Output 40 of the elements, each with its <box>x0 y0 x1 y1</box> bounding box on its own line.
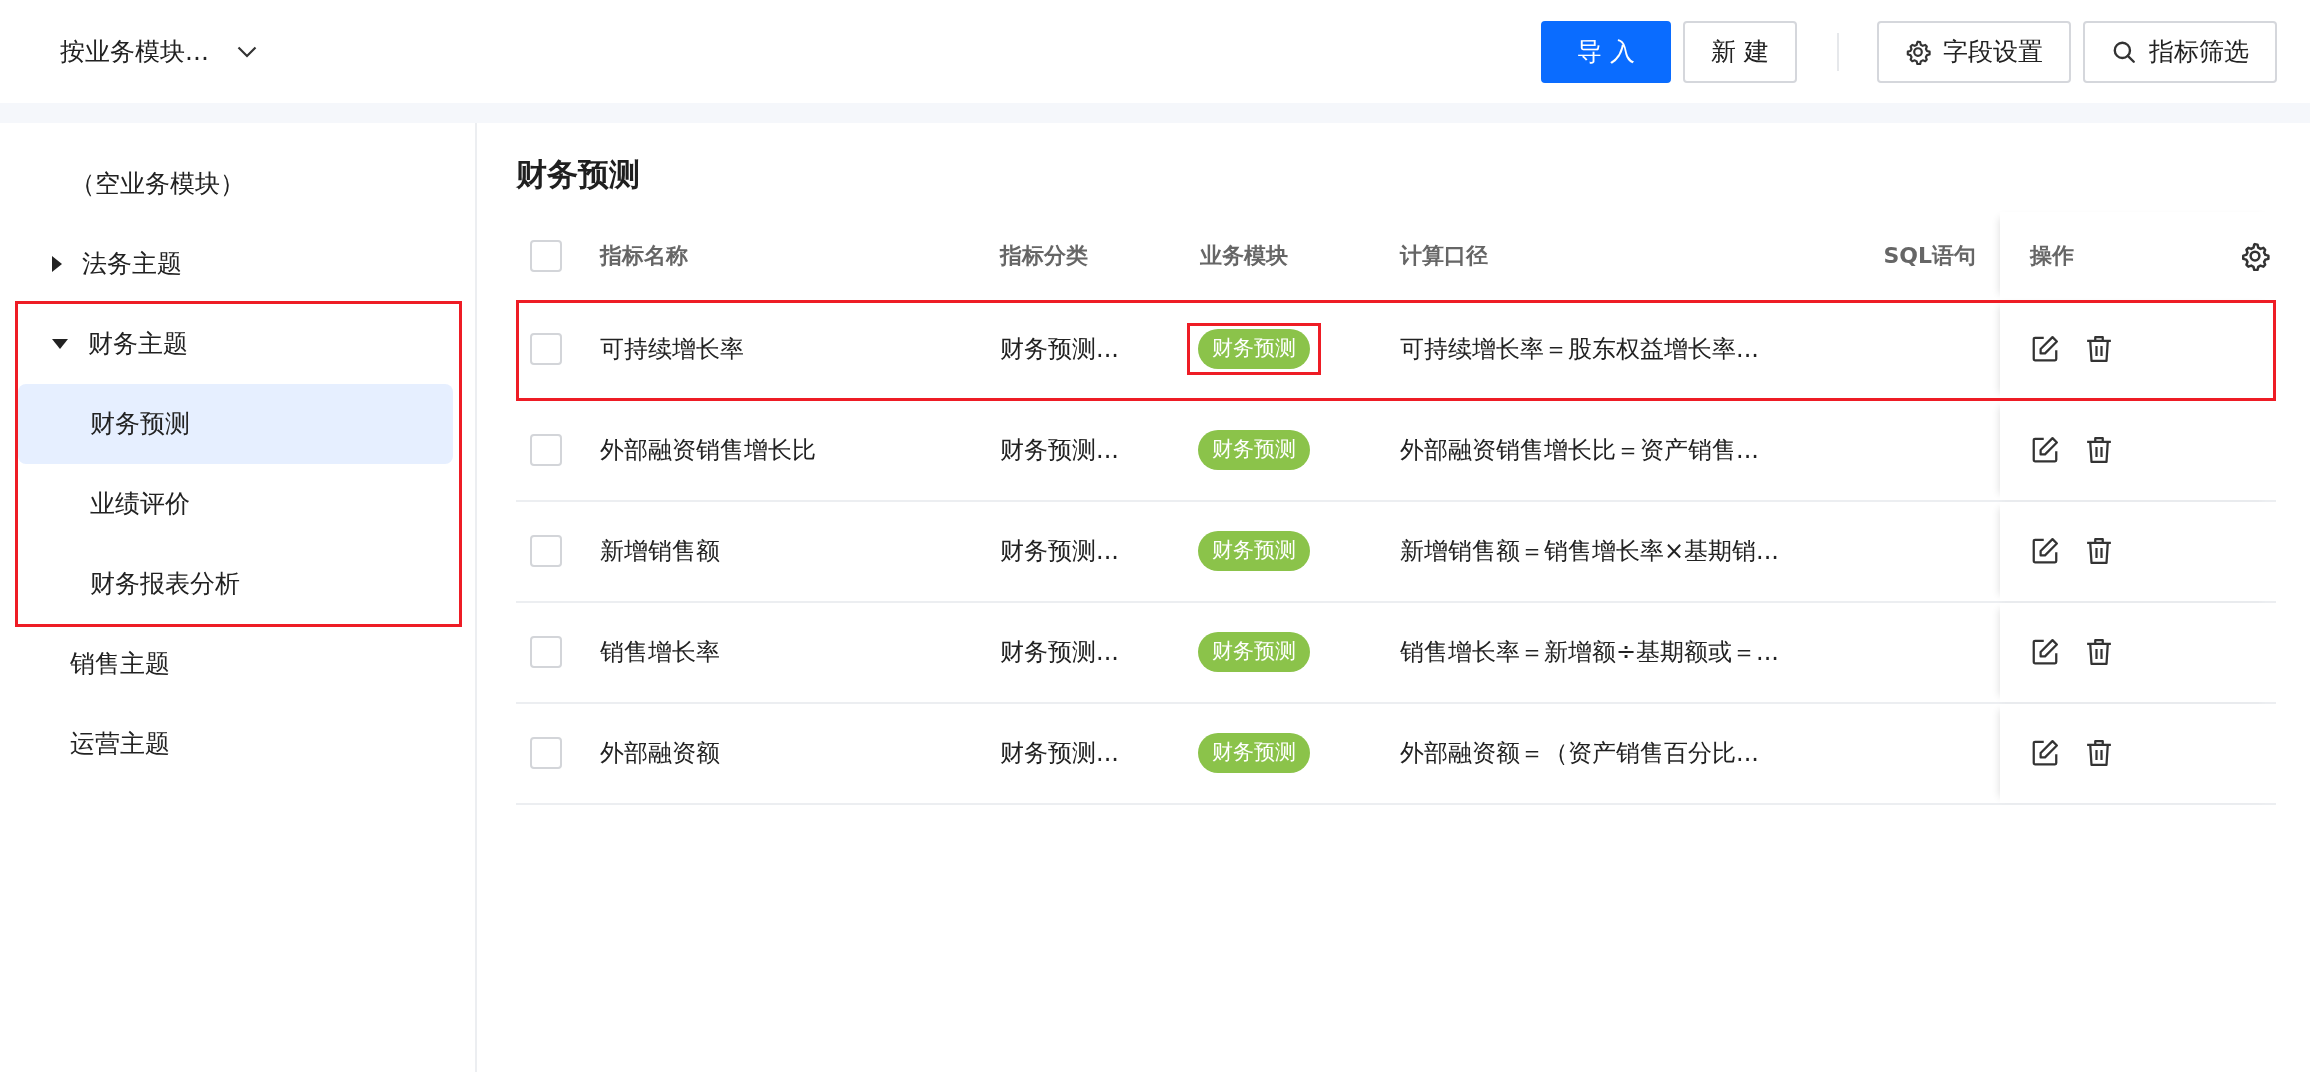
module-tag: 财务预测 <box>1198 430 1310 470</box>
column-header: 指标分类 <box>1000 242 1089 270</box>
table-cell-text: 财务预测... <box>1000 536 1120 567</box>
table-cell-text: 新增销售额 <box>600 536 721 567</box>
table-cell-text: 外部融资额 <box>600 738 721 769</box>
tree-item[interactable]: 财务报表分析 <box>18 544 453 624</box>
module-select[interactable]: 按业务模块... <box>60 32 257 71</box>
table-cell-text: 可持续增长率＝股东权益增长率... <box>1400 334 1760 365</box>
new-button[interactable]: 新 建 <box>1683 20 1797 83</box>
tree-item[interactable]: 销售主题 <box>18 624 451 704</box>
tree-item[interactable]: 财务预测 <box>18 384 453 464</box>
module-tag: 财务预测 <box>1198 632 1310 672</box>
column-header: 操作 <box>2030 242 2074 270</box>
column-header: 指标名称 <box>600 242 689 270</box>
table-cell-text: 财务预测... <box>1000 334 1120 365</box>
tree-item[interactable]: 运营主题 <box>18 704 451 784</box>
table-cell-text: 财务预测... <box>1000 435 1120 466</box>
tree-item[interactable]: 财务主题 <box>18 304 453 384</box>
table-cell-text: 新增销售额＝销售增长率×基期销... <box>1400 536 1780 567</box>
filter-button[interactable]: 指标筛选 <box>2083 20 2277 83</box>
table-cell-text: 可持续增长率 <box>600 334 745 365</box>
field-settings-button[interactable]: 字段设置 <box>1877 20 2071 83</box>
column-header: SQL语句 <box>1882 242 1977 270</box>
column-header: 业务模块 <box>1200 242 1289 270</box>
module-tag: 财务预测 <box>1198 531 1310 571</box>
table-cell-text: 财务预测... <box>1000 738 1120 769</box>
column-header: 计算口径 <box>1400 242 1489 270</box>
table-cell-text: 财务预测... <box>1000 637 1120 668</box>
module-tag: 财务预测 <box>1198 733 1310 773</box>
table-cell-text: 销售增长率 <box>600 637 721 668</box>
import-button[interactable]: 导 入 <box>1541 20 1672 83</box>
table-cell-text: 销售增长率＝新增额÷基期额或＝... <box>1400 637 1780 668</box>
table-cell-text: 外部融资额＝（资产销售百分比... <box>1400 738 1760 769</box>
tree-item[interactable]: 业绩评价 <box>18 464 453 544</box>
tree-item[interactable]: 法务主题 <box>18 224 451 304</box>
tree-item[interactable]: （空业务模块） <box>18 144 451 224</box>
table-title: 财务预测 <box>516 155 641 194</box>
module-tag: 财务预测 <box>1198 329 1310 369</box>
table-cell-text: 外部融资销售增长比 <box>600 435 817 466</box>
table-cell-text: 外部融资销售增长比＝资产销售... <box>1400 435 1760 466</box>
